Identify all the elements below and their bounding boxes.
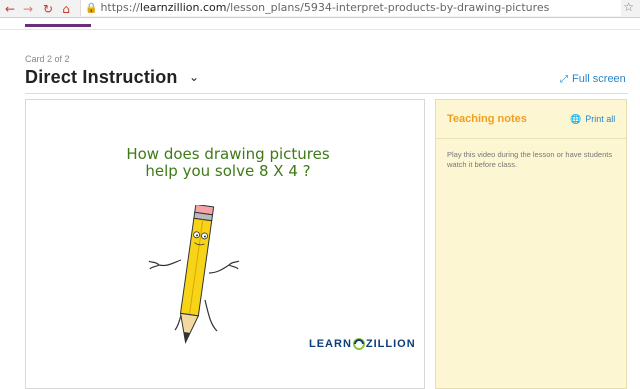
home-icon[interactable]: ⌂ <box>58 0 74 17</box>
logo-text-left: LEARN <box>309 338 352 350</box>
notes-header: Teaching notes 🌐 Print all <box>436 100 626 139</box>
question-line-2: help you solve 8 X 4 ? <box>145 162 311 180</box>
fullscreen-label: Full screen <box>572 73 626 85</box>
reload-icon[interactable]: ↻ <box>40 0 56 17</box>
url-host: learnzillion.com <box>139 1 227 14</box>
address-bar[interactable]: 🔒 https://learnzillion.com/lesson_plans/5… <box>80 0 621 16</box>
logo-swirl-icon <box>352 338 365 350</box>
forward-arrow-icon[interactable]: → <box>20 0 36 17</box>
page-title[interactable]: Direct Instruction <box>25 67 178 88</box>
back-arrow-icon[interactable]: ← <box>2 0 18 17</box>
url-path: /lesson_plans/5934-interpret-products-by… <box>226 1 550 14</box>
print-all-label: Print all <box>585 114 616 124</box>
browser-toolbar: ← → ↻ ⌂ 🔒 https://learnzillion.com/lesson… <box>0 0 640 18</box>
learnzillion-logo: LEARN ZILLION <box>309 338 416 350</box>
notes-body: Play this video during the lesson or hav… <box>447 150 613 169</box>
pencil-character-illustration <box>145 203 245 360</box>
chevron-down-icon[interactable]: ⌄ <box>189 70 199 84</box>
teaching-notes-panel: Teaching notes 🌐 Print all Play this vide… <box>435 99 627 389</box>
star-icon[interactable]: ☆ <box>623 0 634 14</box>
lock-icon: 🔒 <box>85 3 98 14</box>
header-divider <box>0 29 640 30</box>
globe-icon: 🌐 <box>570 115 582 125</box>
notes-title: Teaching notes <box>447 113 527 125</box>
title-divider <box>25 93 628 94</box>
print-all-button[interactable]: 🌐 Print all <box>570 114 615 125</box>
card-counter: Card 2 of 2 <box>25 54 70 64</box>
expand-icon: ⤢ <box>560 74 568 85</box>
url-scheme: https:// <box>100 1 140 14</box>
question-line-1: How does drawing pictures <box>126 145 330 163</box>
active-tab-indicator <box>25 24 91 27</box>
logo-text-right: ZILLION <box>365 338 416 350</box>
video-question: How does drawing pictures help you solve… <box>112 146 344 180</box>
fullscreen-button[interactable]: ⤢ Full screen <box>560 73 626 85</box>
